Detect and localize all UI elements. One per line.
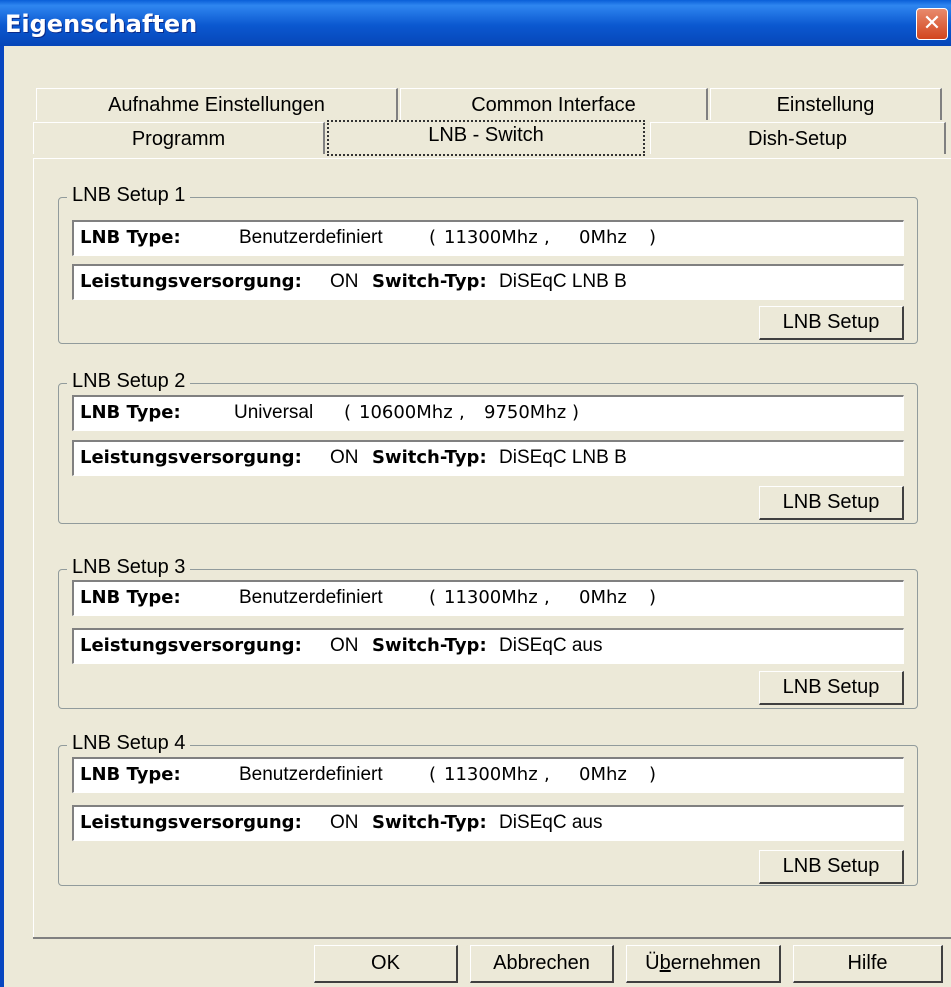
lnb-setup-group-1: LNB Setup 1 LNB Type: Benutzerdefiniert … [58,184,918,344]
close-button[interactable]: ✕ [916,8,948,40]
help-button[interactable]: Hilfe [793,945,943,983]
switch-type-label: Switch-Typ: [372,635,487,656]
lnb-type-field: LNB Type: Benutzerdefiniert ( 11300Mhz ,… [72,757,904,793]
tab-lnb-switch[interactable]: LNB - Switch [327,120,645,156]
lnb-freq-1: 11300Mhz [444,587,538,608]
tab-aufnahme-einstellungen[interactable]: Aufnahme Einstellungen [36,88,398,120]
tab-common-interface[interactable]: Common Interface [400,88,708,120]
switch-type-label: Switch-Typ: [372,812,487,833]
lnb-freq-1: 10600Mhz [359,402,453,423]
tab-programm[interactable]: Programm [33,122,325,154]
power-value: ON [330,812,359,833]
apply-label-end: ernehmen [670,952,761,974]
power-value: ON [330,635,359,656]
title-bar: Eigenschaften ✕ [0,0,951,46]
power-label: Leistungsversorgung: [80,271,302,292]
lnb-type-field: LNB Type: Benutzerdefiniert ( 11300Mhz ,… [72,580,904,616]
switch-type-value: DiSEqC LNB B [499,271,627,292]
lnb-type-value: Benutzerdefiniert [239,764,383,785]
power-label: Leistungsversorgung: [80,812,302,833]
group-legend: LNB Setup 1 [67,184,191,207]
power-value: ON [330,447,359,468]
group-legend: LNB Setup 3 [67,556,191,579]
switch-type-label: Switch-Typ: [372,447,487,468]
power-switch-field: Leistungsversorgung: ON Switch-Typ: DiSE… [72,628,904,664]
lnb-type-label: LNB Type: [80,587,181,608]
apply-label-start: Ü [645,952,660,974]
power-switch-field: Leistungsversorgung: ON Switch-Typ: DiSE… [72,440,904,476]
lnb-type-label: LNB Type: [80,764,181,785]
window-title: Eigenschaften [5,10,198,38]
group-legend: LNB Setup 4 [67,732,191,755]
tab-einstellung[interactable]: Einstellung [710,88,942,120]
lnb-type-field: LNB Type: Benutzerdefiniert ( 11300Mhz ,… [72,220,904,256]
cancel-button[interactable]: Abbrechen [470,945,614,983]
lnb-freq-2: 0Mhz [579,764,627,785]
lnb-freq-1: 11300Mhz [444,227,538,248]
tab-dish-setup[interactable]: Dish-Setup [650,122,946,154]
panel-divider [33,937,951,939]
power-switch-field: Leistungsversorgung: ON Switch-Typ: DiSE… [72,805,904,841]
apply-mnemonic: b [659,952,671,974]
lnb-freq-1: 11300Mhz [444,764,538,785]
lnb-setup-button-3[interactable]: LNB Setup [759,671,904,705]
switch-type-label: Switch-Typ: [372,271,487,292]
switch-type-value: DiSEqC aus [499,812,603,833]
power-label: Leistungsversorgung: [80,635,302,656]
lnb-type-value: Benutzerdefiniert [239,227,383,248]
lnb-setup-button-4[interactable]: LNB Setup [759,850,904,884]
lnb-type-label: LNB Type: [80,227,181,248]
switch-type-value: DiSEqC LNB B [499,447,627,468]
lnb-setup-button-1[interactable]: LNB Setup [759,306,904,340]
power-value: ON [330,271,359,292]
lnb-freq-2: 9750Mhz [484,402,567,423]
lnb-setup-button-2[interactable]: LNB Setup [759,486,904,520]
lnb-type-value: Benutzerdefiniert [239,587,383,608]
lnb-setup-group-3: LNB Setup 3 LNB Type: Benutzerdefiniert … [58,556,918,709]
power-label: Leistungsversorgung: [80,447,302,468]
lnb-setup-group-2: LNB Setup 2 LNB Type: Universal ( 10600M… [58,370,918,524]
lnb-type-value: Universal [234,402,314,423]
window-frame-left [0,46,4,987]
switch-type-value: DiSEqC aus [499,635,603,656]
apply-button[interactable]: Übernehmen [626,945,781,983]
lnb-freq-2: 0Mhz [579,587,627,608]
lnb-type-label: LNB Type: [80,402,181,423]
close-icon: ✕ [922,11,942,36]
ok-button[interactable]: OK [314,945,458,983]
group-legend: LNB Setup 2 [67,370,191,393]
power-switch-field: Leistungsversorgung: ON Switch-Typ: DiSE… [72,264,904,300]
lnb-freq-2: 0Mhz [579,227,627,248]
lnb-type-field: LNB Type: Universal ( 10600Mhz , 9750Mhz… [72,395,904,431]
lnb-setup-group-4: LNB Setup 4 LNB Type: Benutzerdefiniert … [58,732,918,886]
